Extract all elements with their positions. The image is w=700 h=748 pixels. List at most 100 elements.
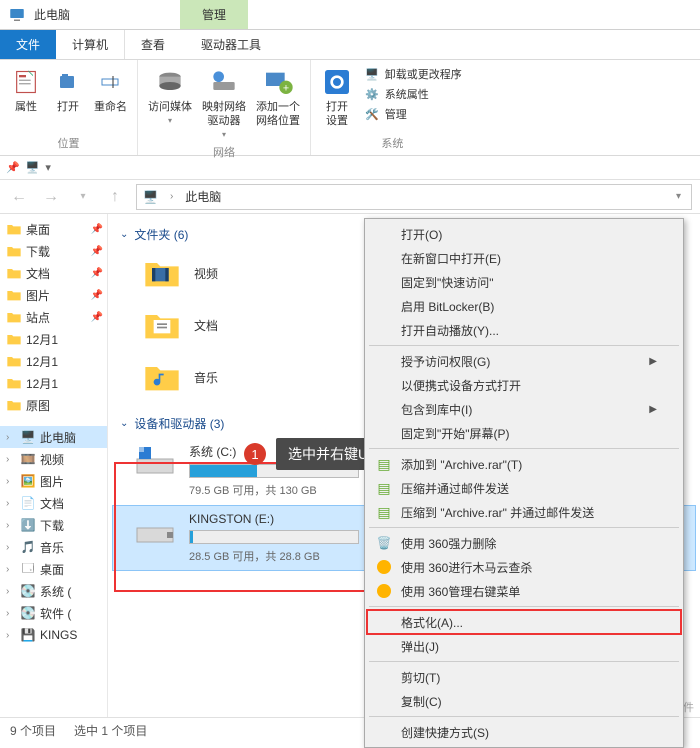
pc-mini-icon[interactable]: 🖥️ bbox=[26, 161, 40, 174]
menu-item[interactable]: 🗑️使用 360强力删除 bbox=[367, 531, 681, 555]
collapse-icon[interactable]: ⌄ bbox=[120, 418, 128, 429]
menu-item[interactable]: 以便携式设备方式打开 bbox=[367, 373, 681, 397]
folder-icon bbox=[6, 353, 22, 369]
tree-item[interactable]: ›🎞️视频 bbox=[0, 448, 107, 470]
menu-item[interactable]: 使用 360进行木马云查杀 bbox=[367, 555, 681, 579]
expand-icon[interactable]: › bbox=[6, 630, 16, 641]
menu-item[interactable]: 授予访问权限(G)▶ bbox=[367, 349, 681, 373]
tab-file[interactable]: 文件 bbox=[0, 30, 56, 59]
status-selected: 选中 1 个项目 bbox=[74, 722, 147, 739]
tab-computer[interactable]: 计算机 bbox=[56, 30, 125, 59]
menu-item[interactable]: 固定到"开始"屏幕(P) bbox=[367, 421, 681, 445]
tree-item[interactable]: ›🖥️此电脑 bbox=[0, 426, 107, 448]
submenu-arrow-icon: ▶ bbox=[649, 356, 657, 367]
expand-icon[interactable]: › bbox=[6, 476, 16, 487]
expand-icon[interactable]: › bbox=[6, 608, 16, 619]
menu-item[interactable]: 打开自动播放(Y)... bbox=[367, 318, 681, 342]
folder-name: 视频 bbox=[194, 265, 218, 282]
tree-item[interactable]: 文档📌 bbox=[0, 262, 107, 284]
breadcrumb[interactable]: 此电脑 bbox=[185, 188, 221, 205]
tree-item[interactable]: ›🎵音乐 bbox=[0, 536, 107, 558]
menu-item[interactable]: ▤添加到 "Archive.rar"(T) bbox=[367, 452, 681, 476]
btn-add-location[interactable]: + 添加一个 网络位置 bbox=[252, 62, 304, 128]
menu-label: 使用 360进行木马云查杀 bbox=[401, 559, 532, 576]
btn-uninstall[interactable]: 🖥️卸载或更改程序 bbox=[365, 66, 462, 82]
menu-item[interactable]: 弹出(J) bbox=[367, 634, 681, 658]
tree-label: 视频 bbox=[40, 451, 64, 468]
expand-icon[interactable]: › bbox=[6, 586, 16, 597]
menu-item[interactable]: 格式化(A)... bbox=[367, 610, 681, 634]
tree-label: 桌面 bbox=[26, 221, 50, 238]
contextual-tab-manage[interactable]: 管理 bbox=[180, 0, 248, 29]
tab-view[interactable]: 查看 bbox=[125, 30, 181, 59]
back-button[interactable]: ← bbox=[8, 186, 30, 208]
btn-map-network[interactable]: 映射网络 驱动器 ▾ bbox=[198, 62, 250, 142]
expand-icon[interactable]: › bbox=[6, 498, 16, 509]
tree-item[interactable]: ›📄文档 bbox=[0, 492, 107, 514]
menu-item[interactable]: 创建快捷方式(S) bbox=[367, 720, 681, 744]
btn-open[interactable]: 打开 bbox=[48, 62, 88, 114]
menu-item[interactable]: 使用 360管理右键菜单 bbox=[367, 579, 681, 603]
chevron-down-icon[interactable]: ▾ bbox=[672, 191, 685, 202]
forward-button[interactable]: → bbox=[40, 186, 62, 208]
address-bar[interactable]: 🖥️ › 此电脑 ▾ bbox=[136, 184, 692, 210]
tab-drive-tools[interactable]: 驱动器工具 bbox=[185, 30, 277, 59]
expand-icon[interactable]: › bbox=[6, 520, 16, 531]
label: 重命名 bbox=[94, 100, 127, 114]
tree-item[interactable]: 12月1 bbox=[0, 350, 107, 372]
ribbon-group-location: 属性 打开 重命名 位置 bbox=[0, 60, 138, 155]
tree-label: 图片 bbox=[40, 473, 64, 490]
menu-label: 压缩到 "Archive.rar" 并通过邮件发送 bbox=[401, 504, 594, 521]
section-label: 设备和驱动器 (3) bbox=[134, 415, 224, 432]
tree-item[interactable]: ›💽系统 ( bbox=[0, 580, 107, 602]
chevron-right-icon[interactable]: › bbox=[166, 191, 177, 202]
menu-item[interactable]: ▤压缩并通过邮件发送 bbox=[367, 476, 681, 500]
menu-item[interactable]: 复制(C) bbox=[367, 689, 681, 713]
navigation-pane[interactable]: 桌面📌下载📌文档📌图片📌站点📌12月112月112月1原图 ›🖥️此电脑›🎞️视… bbox=[0, 214, 108, 717]
tree-item[interactable]: ›🗔桌面 bbox=[0, 558, 107, 580]
tree-item[interactable]: 站点📌 bbox=[0, 306, 107, 328]
expand-icon[interactable]: › bbox=[6, 432, 16, 443]
tree-item[interactable]: ›⬇️下载 bbox=[0, 514, 107, 536]
tree-item[interactable]: 下载📌 bbox=[0, 240, 107, 262]
menu-label: 启用 BitLocker(B) bbox=[401, 298, 494, 315]
btn-manage[interactable]: 🛠️管理 bbox=[365, 106, 462, 122]
menu-item[interactable]: 包含到库中(I)▶ bbox=[367, 397, 681, 421]
expand-icon[interactable]: › bbox=[6, 542, 16, 553]
btn-properties[interactable]: 属性 bbox=[6, 62, 46, 114]
tree-item[interactable]: 桌面📌 bbox=[0, 218, 107, 240]
tree-item[interactable]: 原图 bbox=[0, 394, 107, 416]
chevron-down-icon[interactable]: ▾ bbox=[45, 161, 51, 174]
section-label: 文件夹 (6) bbox=[134, 226, 188, 243]
btn-access-media[interactable]: 访问媒体 ▾ bbox=[144, 62, 196, 128]
expand-icon[interactable]: › bbox=[6, 454, 16, 465]
tree-item[interactable]: ›🖼️图片 bbox=[0, 470, 107, 492]
tree-item[interactable]: ›💽软件 ( bbox=[0, 602, 107, 624]
tree-item[interactable]: ›💾KINGS bbox=[0, 624, 107, 646]
btn-rename[interactable]: 重命名 bbox=[90, 62, 131, 114]
ribbon-tabs: 文件 计算机 查看 驱动器工具 bbox=[0, 30, 700, 60]
expand-icon[interactable]: › bbox=[6, 564, 16, 575]
menu-item[interactable]: 打开(O) bbox=[367, 222, 681, 246]
tree-item[interactable]: 图片📌 bbox=[0, 284, 107, 306]
menu-item[interactable]: 启用 BitLocker(B) bbox=[367, 294, 681, 318]
tree-item[interactable]: 12月1 bbox=[0, 328, 107, 350]
drive-icon: 💽 bbox=[20, 583, 36, 599]
context-menu[interactable]: 打开(O)在新窗口中打开(E)固定到"快速访问" 启用 BitLocker(B) 打… bbox=[364, 218, 684, 748]
tree-label: KINGS bbox=[40, 628, 77, 642]
up-button[interactable]: ↑ bbox=[104, 186, 126, 208]
menu-item[interactable]: 剪切(T) bbox=[367, 665, 681, 689]
btn-open-settings[interactable]: 打开 设置 bbox=[317, 62, 357, 128]
menu-item[interactable]: ▤压缩到 "Archive.rar" 并通过邮件发送 bbox=[367, 500, 681, 524]
pin-icon[interactable]: 📌 bbox=[6, 161, 20, 174]
history-chevron-icon[interactable]: ▾ bbox=[72, 186, 94, 208]
collapse-icon[interactable]: ⌄ bbox=[120, 229, 128, 240]
label: 添加一个 网络位置 bbox=[256, 100, 300, 128]
tree-label: 文档 bbox=[40, 495, 64, 512]
tree-label: 12月1 bbox=[26, 353, 58, 370]
menu-item[interactable]: 在新窗口中打开(E) bbox=[367, 246, 681, 270]
btn-sys-props[interactable]: ⚙️系统属性 bbox=[365, 86, 462, 102]
submenu-arrow-icon: ▶ bbox=[649, 404, 657, 415]
menu-item[interactable]: 固定到"快速访问" bbox=[367, 270, 681, 294]
tree-item[interactable]: 12月1 bbox=[0, 372, 107, 394]
